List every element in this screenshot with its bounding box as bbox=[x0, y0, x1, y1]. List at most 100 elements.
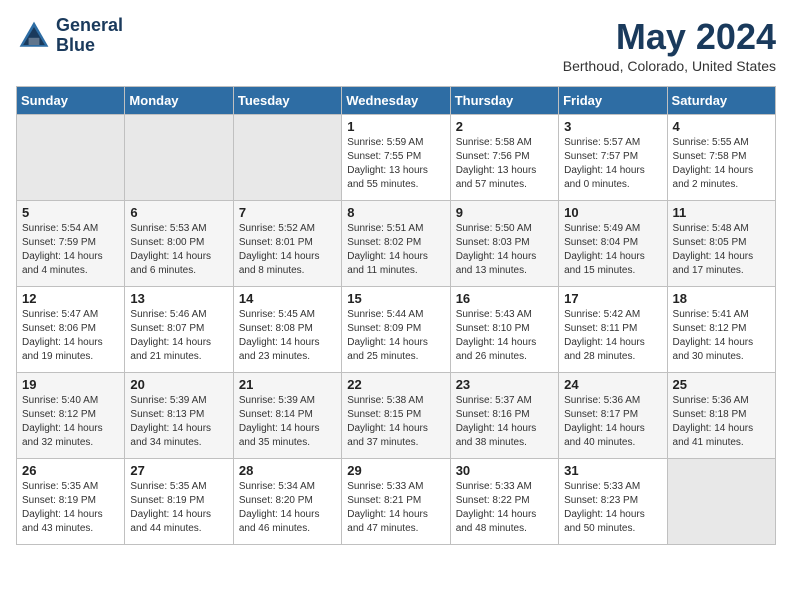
day-number: 30 bbox=[456, 463, 553, 478]
cell-sun-info: Sunrise: 5:54 AMSunset: 7:59 PMDaylight:… bbox=[22, 222, 119, 278]
day-number: 14 bbox=[239, 291, 336, 306]
logo-line2: Blue bbox=[56, 36, 123, 56]
title-block: May 2024 Berthoud, Colorado, United Stat… bbox=[563, 16, 776, 74]
cell-sun-info: Sunrise: 5:47 AMSunset: 8:06 PMDaylight:… bbox=[22, 308, 119, 364]
day-number: 15 bbox=[347, 291, 444, 306]
calendar-cell: 29 Sunrise: 5:33 AMSunset: 8:21 PMDayligh… bbox=[342, 459, 450, 545]
calendar-cell: 1 Sunrise: 5:59 AMSunset: 7:55 PMDaylight… bbox=[342, 115, 450, 201]
cell-sun-info: Sunrise: 5:35 AMSunset: 8:19 PMDaylight:… bbox=[130, 480, 227, 536]
page-header: General Blue May 2024 Berthoud, Colorado… bbox=[16, 16, 776, 74]
day-number: 12 bbox=[22, 291, 119, 306]
cell-sun-info: Sunrise: 5:45 AMSunset: 8:08 PMDaylight:… bbox=[239, 308, 336, 364]
weekday-header-row: SundayMondayTuesdayWednesdayThursdayFrid… bbox=[17, 87, 776, 115]
day-number: 1 bbox=[347, 119, 444, 134]
calendar-cell: 28Sunrise: 5:34 AMSunset: 8:20 PMDayligh… bbox=[233, 459, 341, 545]
logo: General Blue bbox=[16, 16, 123, 56]
calendar-cell: 18 Sunrise: 5:41 AMSunset: 8:12 PMDayligh… bbox=[667, 287, 775, 373]
day-number: 2 bbox=[456, 119, 553, 134]
calendar-cell: 25 Sunrise: 5:36 AMSunset: 8:18 PMDayligh… bbox=[667, 373, 775, 459]
cell-sun-info: Sunrise: 5:58 AMSunset: 7:56 PMDaylight:… bbox=[456, 136, 553, 192]
cell-sun-info: Sunrise: 5:46 AMSunset: 8:07 PMDaylight:… bbox=[130, 308, 227, 364]
cell-sun-info: Sunrise: 5:44 AMSunset: 8:09 PMDaylight:… bbox=[347, 308, 444, 364]
cell-sun-info: Sunrise: 5:50 AMSunset: 8:03 PMDaylight:… bbox=[456, 222, 553, 278]
day-number: 19 bbox=[22, 377, 119, 392]
day-number: 4 bbox=[673, 119, 770, 134]
cell-sun-info: Sunrise: 5:36 AMSunset: 8:18 PMDaylight:… bbox=[673, 394, 770, 450]
day-number: 6 bbox=[130, 205, 227, 220]
weekday-header: Tuesday bbox=[233, 87, 341, 115]
cell-sun-info: Sunrise: 5:42 AMSunset: 8:11 PMDaylight:… bbox=[564, 308, 661, 364]
cell-sun-info: Sunrise: 5:52 AMSunset: 8:01 PMDaylight:… bbox=[239, 222, 336, 278]
month-title: May 2024 bbox=[563, 16, 776, 58]
calendar-cell bbox=[125, 115, 233, 201]
cell-sun-info: Sunrise: 5:39 AMSunset: 8:14 PMDaylight:… bbox=[239, 394, 336, 450]
cell-sun-info: Sunrise: 5:39 AMSunset: 8:13 PMDaylight:… bbox=[130, 394, 227, 450]
weekday-header: Saturday bbox=[667, 87, 775, 115]
cell-sun-info: Sunrise: 5:53 AMSunset: 8:00 PMDaylight:… bbox=[130, 222, 227, 278]
day-number: 8 bbox=[347, 205, 444, 220]
calendar-cell: 7 Sunrise: 5:52 AMSunset: 8:01 PMDaylight… bbox=[233, 201, 341, 287]
calendar-cell: 6 Sunrise: 5:53 AMSunset: 8:00 PMDaylight… bbox=[125, 201, 233, 287]
day-number: 7 bbox=[239, 205, 336, 220]
day-number: 9 bbox=[456, 205, 553, 220]
cell-sun-info: Sunrise: 5:36 AMSunset: 8:17 PMDaylight:… bbox=[564, 394, 661, 450]
day-number: 17 bbox=[564, 291, 661, 306]
calendar-cell: 10Sunrise: 5:49 AMSunset: 8:04 PMDayligh… bbox=[559, 201, 667, 287]
cell-sun-info: Sunrise: 5:38 AMSunset: 8:15 PMDaylight:… bbox=[347, 394, 444, 450]
location: Berthoud, Colorado, United States bbox=[563, 58, 776, 74]
weekday-header: Friday bbox=[559, 87, 667, 115]
calendar-cell: 23Sunrise: 5:37 AMSunset: 8:16 PMDayligh… bbox=[450, 373, 558, 459]
day-number: 22 bbox=[347, 377, 444, 392]
calendar-cell: 9 Sunrise: 5:50 AMSunset: 8:03 PMDaylight… bbox=[450, 201, 558, 287]
weekday-header: Thursday bbox=[450, 87, 558, 115]
calendar-cell: 19 Sunrise: 5:40 AMSunset: 8:12 PMDayligh… bbox=[17, 373, 125, 459]
calendar-week-row: 12 Sunrise: 5:47 AMSunset: 8:06 PMDayligh… bbox=[17, 287, 776, 373]
calendar-cell: 20 Sunrise: 5:39 AMSunset: 8:13 PMDayligh… bbox=[125, 373, 233, 459]
cell-sun-info: Sunrise: 5:35 AMSunset: 8:19 PMDaylight:… bbox=[22, 480, 119, 536]
calendar-cell: 21Sunrise: 5:39 AMSunset: 8:14 PMDayligh… bbox=[233, 373, 341, 459]
calendar-cell: 15 Sunrise: 5:44 AMSunset: 8:09 PMDayligh… bbox=[342, 287, 450, 373]
cell-sun-info: Sunrise: 5:37 AMSunset: 8:16 PMDaylight:… bbox=[456, 394, 553, 450]
calendar-cell: 2 Sunrise: 5:58 AMSunset: 7:56 PMDaylight… bbox=[450, 115, 558, 201]
calendar-cell: 11Sunrise: 5:48 AMSunset: 8:05 PMDayligh… bbox=[667, 201, 775, 287]
weekday-header: Wednesday bbox=[342, 87, 450, 115]
cell-sun-info: Sunrise: 5:41 AMSunset: 8:12 PMDaylight:… bbox=[673, 308, 770, 364]
cell-sun-info: Sunrise: 5:59 AMSunset: 7:55 PMDaylight:… bbox=[347, 136, 444, 192]
cell-sun-info: Sunrise: 5:33 AMSunset: 8:21 PMDaylight:… bbox=[347, 480, 444, 536]
calendar-cell: 24 Sunrise: 5:36 AMSunset: 8:17 PMDayligh… bbox=[559, 373, 667, 459]
calendar-cell: 8Sunrise: 5:51 AMSunset: 8:02 PMDaylight… bbox=[342, 201, 450, 287]
day-number: 27 bbox=[130, 463, 227, 478]
weekday-header: Sunday bbox=[17, 87, 125, 115]
day-number: 10 bbox=[564, 205, 661, 220]
cell-sun-info: Sunrise: 5:57 AMSunset: 7:57 PMDaylight:… bbox=[564, 136, 661, 192]
day-number: 24 bbox=[564, 377, 661, 392]
calendar-week-row: 1 Sunrise: 5:59 AMSunset: 7:55 PMDaylight… bbox=[17, 115, 776, 201]
calendar-cell: 13Sunrise: 5:46 AMSunset: 8:07 PMDayligh… bbox=[125, 287, 233, 373]
day-number: 31 bbox=[564, 463, 661, 478]
calendar-cell: 3 Sunrise: 5:57 AMSunset: 7:57 PMDaylight… bbox=[559, 115, 667, 201]
cell-sun-info: Sunrise: 5:33 AMSunset: 8:22 PMDaylight:… bbox=[456, 480, 553, 536]
calendar-cell: 30 Sunrise: 5:33 AMSunset: 8:22 PMDayligh… bbox=[450, 459, 558, 545]
calendar-week-row: 19 Sunrise: 5:40 AMSunset: 8:12 PMDayligh… bbox=[17, 373, 776, 459]
cell-sun-info: Sunrise: 5:40 AMSunset: 8:12 PMDaylight:… bbox=[22, 394, 119, 450]
day-number: 16 bbox=[456, 291, 553, 306]
day-number: 3 bbox=[564, 119, 661, 134]
day-number: 18 bbox=[673, 291, 770, 306]
calendar-cell: 27 Sunrise: 5:35 AMSunset: 8:19 PMDayligh… bbox=[125, 459, 233, 545]
cell-sun-info: Sunrise: 5:43 AMSunset: 8:10 PMDaylight:… bbox=[456, 308, 553, 364]
day-number: 20 bbox=[130, 377, 227, 392]
calendar-cell: 14 Sunrise: 5:45 AMSunset: 8:08 PMDayligh… bbox=[233, 287, 341, 373]
calendar-cell bbox=[17, 115, 125, 201]
logo-icon bbox=[16, 18, 52, 54]
calendar-cell: 31Sunrise: 5:33 AMSunset: 8:23 PMDayligh… bbox=[559, 459, 667, 545]
calendar-cell: 17 Sunrise: 5:42 AMSunset: 8:11 PMDayligh… bbox=[559, 287, 667, 373]
day-number: 26 bbox=[22, 463, 119, 478]
calendar-week-row: 26 Sunrise: 5:35 AMSunset: 8:19 PMDayligh… bbox=[17, 459, 776, 545]
calendar-cell: 16 Sunrise: 5:43 AMSunset: 8:10 PMDayligh… bbox=[450, 287, 558, 373]
day-number: 25 bbox=[673, 377, 770, 392]
cell-sun-info: Sunrise: 5:48 AMSunset: 8:05 PMDaylight:… bbox=[673, 222, 770, 278]
day-number: 29 bbox=[347, 463, 444, 478]
logo-line1: General bbox=[56, 16, 123, 36]
calendar-cell: 26 Sunrise: 5:35 AMSunset: 8:19 PMDayligh… bbox=[17, 459, 125, 545]
calendar-cell: 12 Sunrise: 5:47 AMSunset: 8:06 PMDayligh… bbox=[17, 287, 125, 373]
